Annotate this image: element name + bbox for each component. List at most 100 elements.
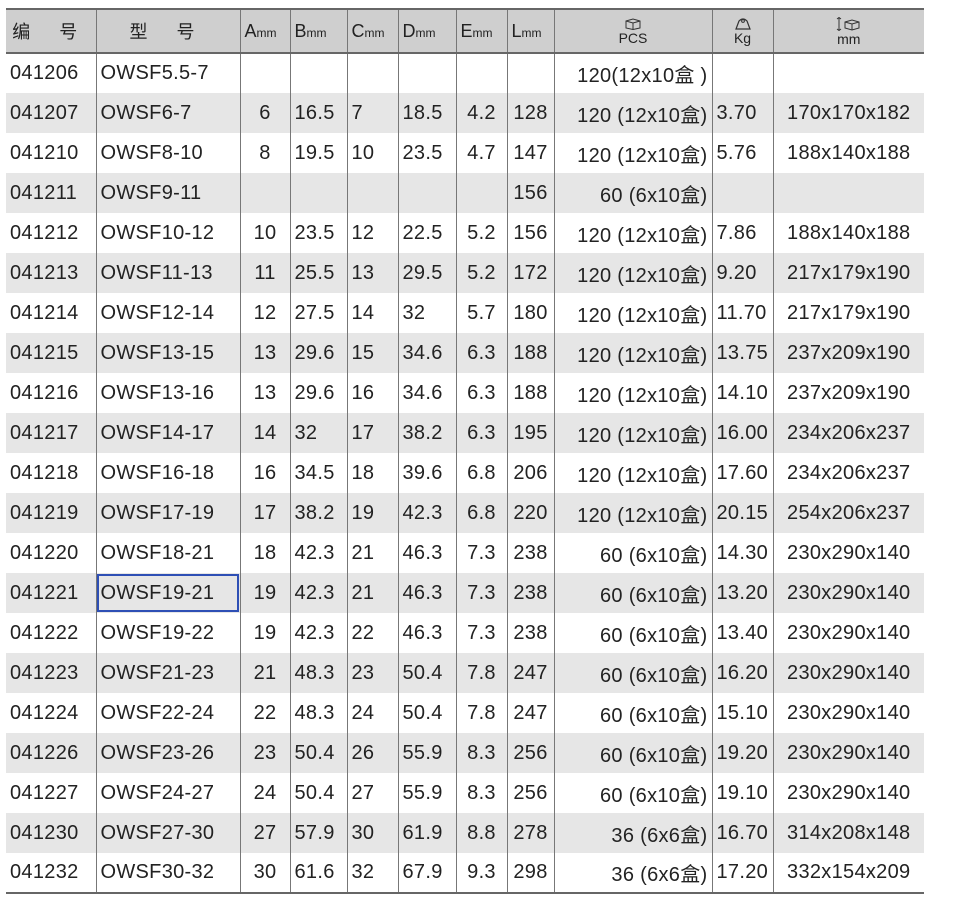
cell-code[interactable]: 041221 bbox=[6, 573, 96, 613]
cell-dim-b[interactable]: 57.9 bbox=[289, 813, 347, 853]
cell-weight[interactable]: 16.00 bbox=[711, 413, 773, 453]
cell-dim-c[interactable]: 21 bbox=[346, 573, 398, 613]
cell-dim-d[interactable]: 39.6 bbox=[397, 453, 456, 493]
cell-carton-size[interactable]: 332x154x209 bbox=[772, 853, 924, 893]
cell-pcs[interactable]: 120(12x10盒 ) bbox=[553, 53, 712, 93]
cell-dim-l[interactable]: 247 bbox=[506, 653, 554, 693]
cell-weight[interactable]: 7.86 bbox=[711, 213, 773, 253]
cell-dim-b[interactable]: 38.2 bbox=[289, 493, 347, 533]
cell-model[interactable]: OWSF6-7 bbox=[95, 93, 240, 133]
cell-dim-a[interactable]: 8 bbox=[239, 133, 290, 173]
cell-model[interactable]: OWSF13-15 bbox=[95, 333, 240, 373]
cell-dim-a[interactable]: 13 bbox=[239, 373, 290, 413]
cell-dim-c[interactable]: 22 bbox=[346, 613, 398, 653]
cell-carton-size[interactable]: 217x179x190 bbox=[772, 253, 924, 293]
cell-dim-d[interactable]: 34.6 bbox=[397, 333, 456, 373]
cell-weight[interactable]: 9.20 bbox=[711, 253, 773, 293]
cell-dim-e[interactable]: 8.3 bbox=[455, 773, 507, 813]
cell-model[interactable]: OWSF13-16 bbox=[95, 373, 240, 413]
cell-dim-l[interactable]: 188 bbox=[506, 373, 554, 413]
cell-carton-size[interactable]: 230x290x140 bbox=[772, 653, 924, 693]
cell-dim-d[interactable]: 34.6 bbox=[397, 373, 456, 413]
cell-pcs[interactable]: 120 (12x10盒) bbox=[553, 93, 712, 133]
cell-dim-l[interactable]: 278 bbox=[506, 813, 554, 853]
cell-dim-a[interactable]: 10 bbox=[239, 213, 290, 253]
cell-dim-c[interactable]: 30 bbox=[346, 813, 398, 853]
cell-dim-c[interactable]: 16 bbox=[346, 373, 398, 413]
cell-pcs[interactable]: 120 (12x10盒) bbox=[553, 333, 712, 373]
cell-code[interactable]: 041222 bbox=[6, 613, 96, 653]
cell-dim-e[interactable]: 5.7 bbox=[455, 293, 507, 333]
cell-dim-d[interactable]: 61.9 bbox=[397, 813, 456, 853]
cell-weight[interactable]: 15.10 bbox=[711, 693, 773, 733]
cell-dim-e[interactable]: 6.8 bbox=[455, 453, 507, 493]
cell-dim-c[interactable]: 13 bbox=[346, 253, 398, 293]
cell-pcs[interactable]: 60 (6x10盒) bbox=[553, 773, 712, 813]
cell-pcs[interactable]: 120 (12x10盒) bbox=[553, 373, 712, 413]
cell-model[interactable]: OWSF24-27 bbox=[95, 773, 240, 813]
cell-code[interactable]: 041216 bbox=[6, 373, 96, 413]
cell-model[interactable]: OWSF22-24 bbox=[95, 693, 240, 733]
cell-dim-d[interactable]: 50.4 bbox=[397, 693, 456, 733]
cell-dim-b[interactable] bbox=[289, 53, 347, 93]
cell-dim-l[interactable]: 147 bbox=[506, 133, 554, 173]
cell-code[interactable]: 041207 bbox=[6, 93, 96, 133]
cell-carton-size[interactable]: 230x290x140 bbox=[772, 573, 924, 613]
cell-code[interactable]: 041227 bbox=[6, 773, 96, 813]
cell-dim-a[interactable]: 30 bbox=[239, 853, 290, 893]
cell-dim-c[interactable]: 12 bbox=[346, 213, 398, 253]
cell-pcs[interactable]: 60 (6x10盒) bbox=[553, 733, 712, 773]
cell-dim-a[interactable]: 22 bbox=[239, 693, 290, 733]
cell-dim-e[interactable]: 7.3 bbox=[455, 573, 507, 613]
cell-code[interactable]: 041206 bbox=[6, 53, 96, 93]
cell-dim-b[interactable]: 23.5 bbox=[289, 213, 347, 253]
cell-code[interactable]: 041213 bbox=[6, 253, 96, 293]
cell-dim-b[interactable]: 42.3 bbox=[289, 533, 347, 573]
cell-code[interactable]: 041215 bbox=[6, 333, 96, 373]
cell-code[interactable]: 041217 bbox=[6, 413, 96, 453]
cell-dim-d[interactable] bbox=[397, 53, 456, 93]
cell-dim-d[interactable]: 67.9 bbox=[397, 853, 456, 893]
cell-code[interactable]: 041218 bbox=[6, 453, 96, 493]
cell-model[interactable]: OWSF27-30 bbox=[95, 813, 240, 853]
cell-weight[interactable] bbox=[711, 173, 773, 213]
cell-weight[interactable]: 13.20 bbox=[711, 573, 773, 613]
cell-dim-d[interactable]: 23.5 bbox=[397, 133, 456, 173]
cell-carton-size[interactable]: 170x170x182 bbox=[772, 93, 924, 133]
cell-dim-e[interactable]: 6.3 bbox=[455, 333, 507, 373]
cell-weight[interactable]: 17.60 bbox=[711, 453, 773, 493]
cell-dim-e[interactable]: 5.2 bbox=[455, 213, 507, 253]
cell-dim-d[interactable] bbox=[397, 173, 456, 213]
cell-dim-l[interactable]: 128 bbox=[506, 93, 554, 133]
cell-dim-b[interactable]: 48.3 bbox=[289, 653, 347, 693]
cell-pcs[interactable]: 120 (12x10盒) bbox=[553, 413, 712, 453]
cell-dim-a[interactable]: 18 bbox=[239, 533, 290, 573]
cell-dim-l[interactable]: 256 bbox=[506, 733, 554, 773]
cell-dim-e[interactable]: 5.2 bbox=[455, 253, 507, 293]
cell-dim-c[interactable]: 24 bbox=[346, 693, 398, 733]
cell-dim-e[interactable] bbox=[455, 53, 507, 93]
cell-dim-e[interactable]: 7.8 bbox=[455, 693, 507, 733]
cell-dim-e[interactable]: 4.2 bbox=[455, 93, 507, 133]
cell-dim-e[interactable]: 8.3 bbox=[455, 733, 507, 773]
cell-dim-d[interactable]: 22.5 bbox=[397, 213, 456, 253]
cell-dim-c[interactable]: 18 bbox=[346, 453, 398, 493]
cell-code[interactable]: 041220 bbox=[6, 533, 96, 573]
cell-model[interactable]: OWSF5.5-7 bbox=[95, 53, 240, 93]
cell-dim-a[interactable]: 6 bbox=[239, 93, 290, 133]
cell-dim-l[interactable]: 247 bbox=[506, 693, 554, 733]
cell-pcs[interactable]: 60 (6x10盒) bbox=[553, 653, 712, 693]
cell-dim-a[interactable]: 21 bbox=[239, 653, 290, 693]
cell-dim-b[interactable]: 32 bbox=[289, 413, 347, 453]
cell-pcs[interactable]: 60 (6x10盒) bbox=[553, 173, 712, 213]
cell-carton-size[interactable]: 188x140x188 bbox=[772, 213, 924, 253]
cell-code[interactable]: 041214 bbox=[6, 293, 96, 333]
cell-dim-c[interactable]: 14 bbox=[346, 293, 398, 333]
cell-dim-d[interactable]: 50.4 bbox=[397, 653, 456, 693]
cell-pcs[interactable]: 60 (6x10盒) bbox=[553, 693, 712, 733]
cell-carton-size[interactable]: 234x206x237 bbox=[772, 453, 924, 493]
cell-dim-c[interactable]: 23 bbox=[346, 653, 398, 693]
cell-dim-b[interactable]: 29.6 bbox=[289, 373, 347, 413]
cell-dim-b[interactable]: 29.6 bbox=[289, 333, 347, 373]
cell-weight[interactable]: 16.20 bbox=[711, 653, 773, 693]
